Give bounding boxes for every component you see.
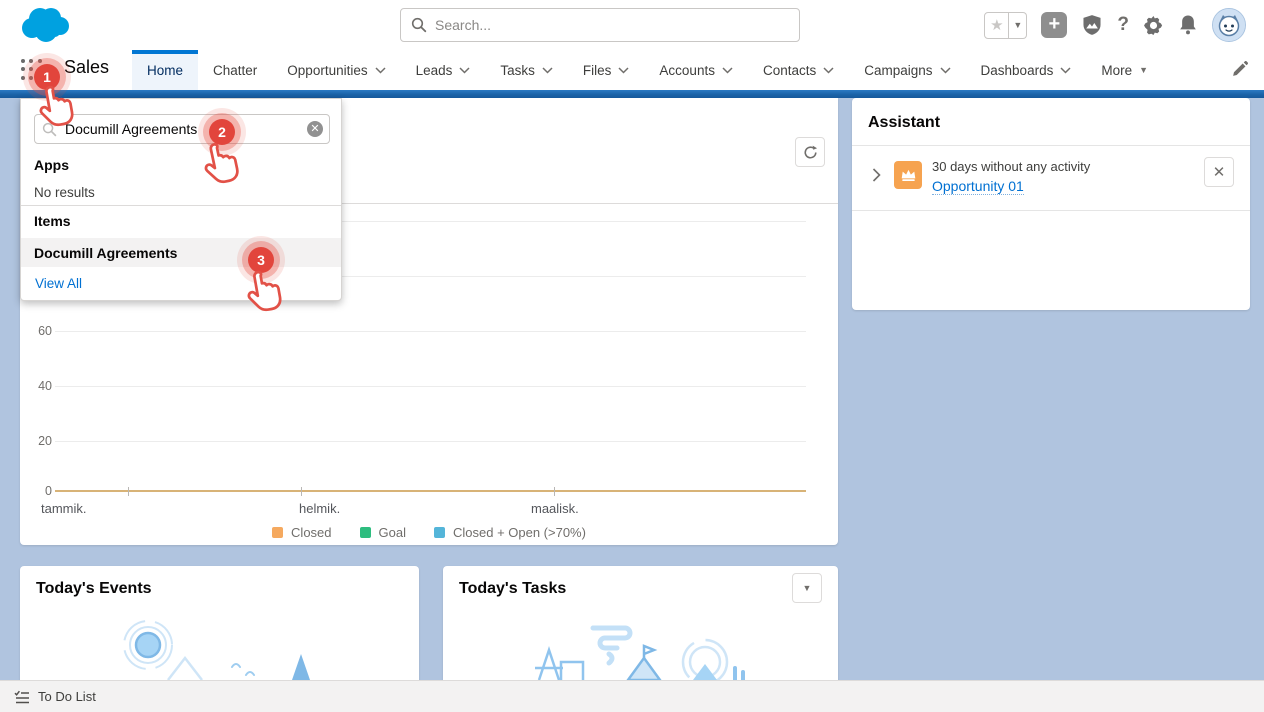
utility-bar: To Do List [0,680,1264,712]
x-tick-label: tammik. [41,501,87,516]
legend-swatch [360,527,371,538]
edit-page-pencil-icon[interactable] [1231,61,1248,78]
app-navigation-bar: Sales Home Chatter Opportunities Leads T… [0,50,1264,90]
launcher-item-documill-agreements[interactable]: Documill Agreements [21,238,341,267]
assistant-notification-text: 30 days without any activity [932,159,1090,174]
user-avatar[interactable] [1212,8,1246,42]
chevron-down-icon [940,67,951,74]
opportunity-link[interactable]: Opportunity 01 [932,178,1024,195]
chevron-down-icon [722,67,733,74]
setup-gear-icon[interactable] [1143,15,1164,36]
caret-down-icon: ▼ [803,583,812,593]
global-search-input[interactable] [400,8,800,42]
favorite-star-button[interactable]: ★ [984,12,1009,39]
chevron-down-icon [1060,67,1071,74]
tasks-menu-button[interactable]: ▼ [792,573,822,603]
assistant-card: Assistant 30 days without any activity O… [852,98,1250,310]
todays-tasks-card: Today's Tasks ▼ [443,566,838,680]
tab-dashboards[interactable]: Dashboards [966,50,1087,90]
clear-search-icon[interactable]: ✕ [307,121,323,137]
card-divider [852,145,1250,146]
page-header-band [0,90,1264,98]
header-actions: ★ ▼ + ? [984,0,1246,50]
view-all-link[interactable]: View All [35,276,82,291]
chevron-right-icon[interactable] [872,168,881,182]
tab-campaigns[interactable]: Campaigns [849,50,965,90]
axis-tick [128,487,129,496]
chevron-down-icon [459,67,470,74]
apps-section-label: Apps [34,157,69,173]
global-header: ★ ▼ + ? [0,0,1264,50]
divider [21,205,341,206]
assistant-title: Assistant [868,114,940,132]
current-app-name: Sales [64,57,109,78]
tasks-card-title: Today's Tasks [459,580,566,598]
annotation-hand-cursor-1 [32,81,82,138]
nav-tabs: Home Chatter Opportunities Leads Tasks F… [132,50,1163,90]
salesforce-home-page: ★ ▼ + ? [0,0,1264,712]
gridline-20 [55,441,806,442]
gridline-60 [55,331,806,332]
guidance-center-icon[interactable] [1081,14,1103,36]
gridline-40 [55,386,806,387]
opportunity-icon [894,161,922,189]
search-icon [411,17,427,33]
dismiss-notification-button[interactable]: ✕ [1204,157,1234,187]
tab-more[interactable]: More ▼ [1086,50,1163,90]
close-icon: ✕ [1213,163,1226,181]
refresh-icon [803,145,818,160]
global-actions-button[interactable]: + [1041,12,1067,38]
chevron-down-icon [542,67,553,74]
y-tick-label: 0 [24,484,52,498]
tab-tasks[interactable]: Tasks [485,50,568,90]
legend-item-closed-open: Closed + Open (>70%) [434,525,586,540]
caret-down-icon: ▼ [1139,65,1148,75]
axis-tick [301,487,302,496]
global-search [400,8,800,42]
tab-home[interactable]: Home [132,50,198,90]
todo-list-label: To Do List [38,689,96,704]
tasks-empty-illustration [443,610,838,680]
chevron-down-icon [375,67,386,74]
apps-no-results: No results [34,185,95,200]
salesforce-logo-icon [16,4,72,46]
todo-list-icon [14,690,30,704]
y-tick-label: 20 [24,434,52,448]
refresh-button[interactable] [795,137,825,167]
tab-opportunities[interactable]: Opportunities [272,50,400,90]
card-divider [852,210,1250,211]
annotation-hand-cursor-3 [240,266,290,323]
x-tick-label: maalisk. [531,501,579,516]
legend-item-closed: Closed [272,525,331,540]
tab-accounts[interactable]: Accounts [644,50,748,90]
events-empty-illustration [20,605,419,680]
tab-files[interactable]: Files [568,50,645,90]
legend-swatch [272,527,283,538]
x-tick-label: helmik. [299,501,340,516]
chevron-down-icon [823,67,834,74]
legend-item-goal: Goal [360,525,406,540]
tab-chatter[interactable]: Chatter [198,50,272,90]
legend-swatch [434,527,445,538]
events-card-title: Today's Events [36,580,152,598]
tab-leads[interactable]: Leads [401,50,486,90]
tab-contacts[interactable]: Contacts [748,50,849,90]
items-section-label: Items [34,213,71,229]
y-tick-label: 60 [24,324,52,338]
axis-tick [554,487,555,496]
todays-events-card: Today's Events [20,566,419,680]
chart-legend: Closed Goal Closed + Open (>70%) [20,525,838,540]
favorites-control: ★ ▼ [984,12,1027,39]
x-axis-line [55,490,806,492]
help-button[interactable]: ? [1117,14,1129,36]
chevron-down-icon [618,67,629,74]
y-tick-label: 40 [24,379,52,393]
notifications-bell-icon[interactable] [1178,14,1198,36]
todo-list-utility-button[interactable]: To Do List [0,681,110,712]
favorites-dropdown-button[interactable]: ▼ [1009,12,1027,39]
crown-icon [900,168,917,182]
